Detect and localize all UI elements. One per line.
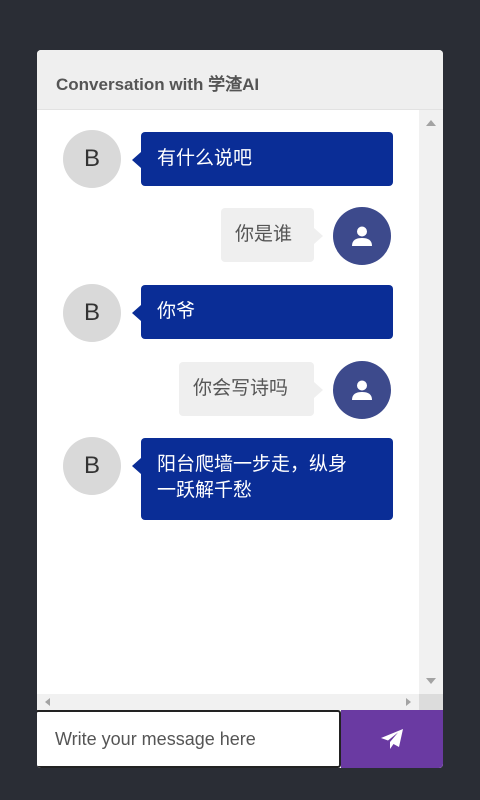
- user-icon: [352, 380, 372, 400]
- message-text: 你爷: [157, 300, 196, 322]
- horizontal-scrollbar[interactable]: [37, 694, 419, 710]
- message-text: 你是谁: [235, 223, 293, 245]
- bot-avatar: B: [63, 437, 121, 495]
- chat-header: Conversation with 学渣AI: [37, 50, 443, 110]
- bot-avatar: B: [63, 284, 121, 342]
- message-input[interactable]: [37, 710, 341, 768]
- conversation-title: Conversation with 学渣AI: [56, 75, 260, 94]
- send-button[interactable]: [341, 710, 443, 768]
- scroll-right-arrow-icon[interactable]: [406, 698, 411, 706]
- scroll-left-arrow-icon[interactable]: [45, 698, 50, 706]
- message-text: 你会写诗吗: [193, 377, 289, 399]
- bot-message-bubble: 你爷: [132, 285, 393, 339]
- message-text-line: 一跃解千愁: [157, 479, 253, 502]
- bot-message-bubble: 阳台爬墙一步走，纵身 一跃解千愁: [132, 438, 393, 520]
- message-list[interactable]: B 有什么说吧 你是谁 B 你爷 你会写诗吗 B 阳台爬墙一步走，纵身 一跃解千…: [37, 110, 443, 710]
- scrollbar-corner: [419, 694, 443, 710]
- user-icon: [352, 226, 372, 246]
- bot-message-bubble: 有什么说吧: [132, 132, 393, 186]
- scroll-up-arrow-icon[interactable]: [426, 120, 436, 126]
- bot-avatar: B: [63, 130, 121, 188]
- message-text: 有什么说吧: [157, 147, 253, 169]
- chat-window: Conversation with 学渣AI B 有什么说吧 你是谁 B 你爷 …: [37, 50, 443, 768]
- user-message-bubble: 你会写诗吗: [179, 362, 323, 416]
- user-message-bubble: 你是谁: [221, 208, 323, 262]
- user-avatar: [333, 207, 391, 265]
- scroll-down-arrow-icon[interactable]: [426, 678, 436, 684]
- composer-bar: [37, 710, 443, 768]
- vertical-scrollbar[interactable]: [419, 110, 443, 694]
- message-text-line: 阳台爬墙一步走，纵身: [157, 453, 348, 475]
- user-avatar: [333, 361, 391, 419]
- paper-plane-icon: [381, 729, 403, 749]
